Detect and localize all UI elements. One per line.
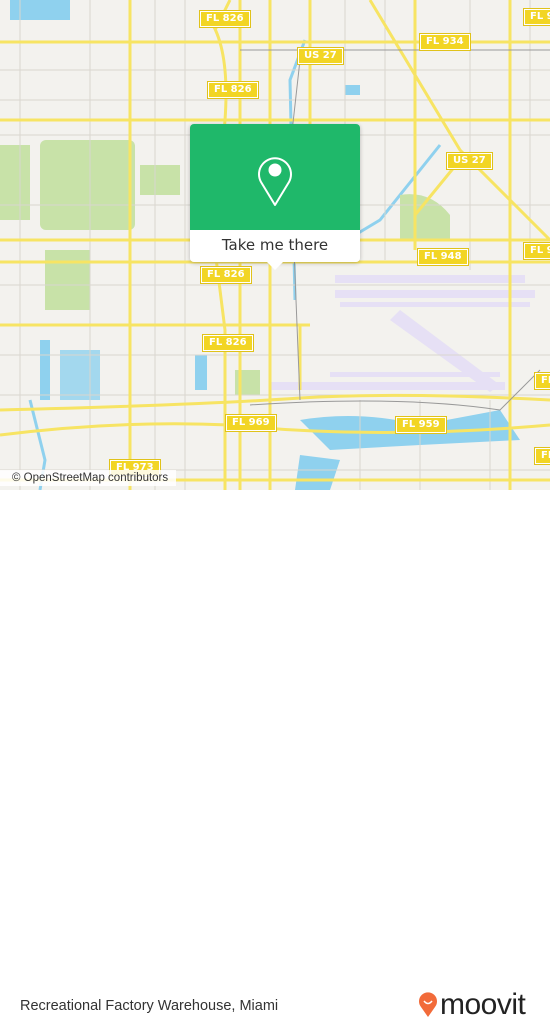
road-shield: FL 826 — [199, 10, 251, 28]
footer: Recreational Factory Warehouse, Miami mo… — [0, 490, 550, 1020]
road-shield: FL 969 — [225, 414, 277, 432]
road-shield: FL 826 — [200, 266, 252, 284]
take-me-there-button[interactable]: Take me there — [190, 230, 360, 262]
road-shield: US 27 — [297, 47, 344, 65]
map-attribution[interactable]: © OpenStreetMap contributors — [0, 470, 177, 486]
moovit-pin-icon — [419, 992, 437, 1017]
airport — [270, 275, 535, 392]
place-name: Recreational Factory Warehouse, Miami — [20, 998, 279, 1014]
road-shield: FL — [533, 372, 550, 390]
road-shield: FL 9 — [523, 8, 550, 26]
road-shield: FL 826 — [202, 334, 254, 352]
road-shield: FL 826 — [207, 81, 259, 99]
moovit-logo[interactable]: moovit — [418, 988, 526, 1021]
road-shield: FL — [533, 447, 550, 465]
road-shield: FL 959 — [395, 416, 447, 434]
location-popup: Take me there — [190, 124, 360, 270]
popup-header — [190, 124, 360, 230]
road-shield: FL 948 — [417, 248, 469, 266]
brand-name: moovit — [440, 988, 526, 1021]
road-shield: FL 9 — [523, 242, 550, 260]
map-pin-icon — [258, 157, 292, 206]
popup-pointer — [267, 262, 283, 270]
road-shield: US 27 — [446, 152, 493, 170]
road-shield: FL 934 — [419, 33, 471, 51]
